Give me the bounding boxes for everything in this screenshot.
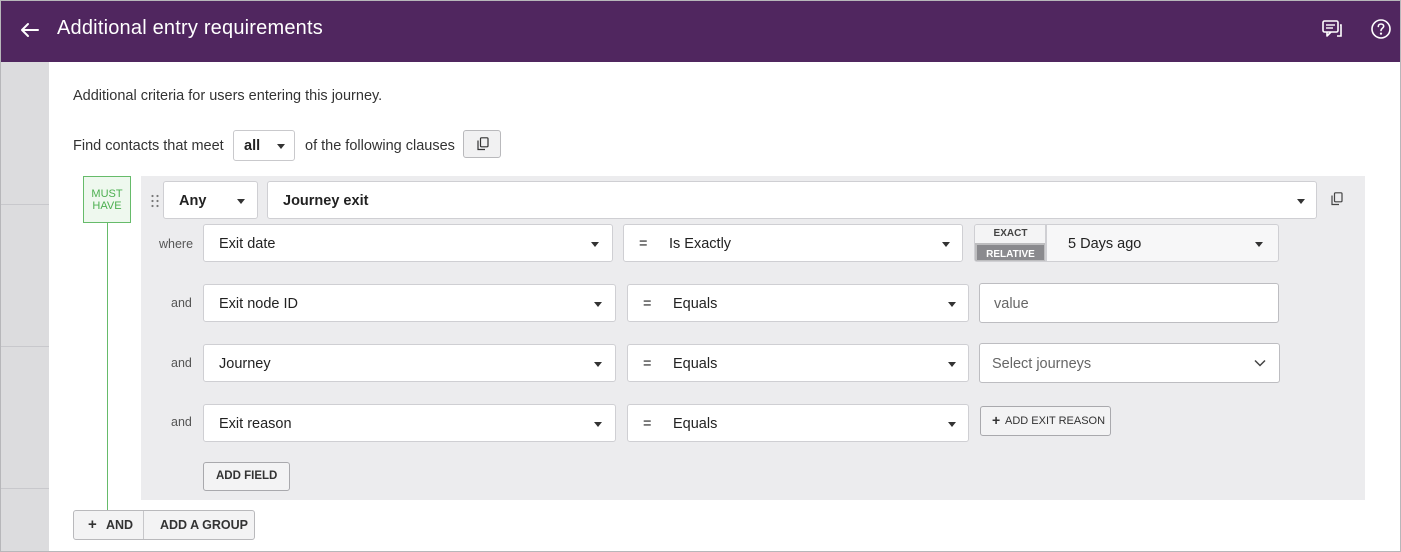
relative-date-select[interactable]: 5 Days ago bbox=[1046, 224, 1279, 262]
panel-description: Additional criteria for users entering t… bbox=[73, 88, 383, 104]
add-and-button[interactable]: + AND bbox=[74, 511, 144, 539]
copy-icon bbox=[477, 137, 489, 151]
caret-down-icon bbox=[942, 242, 950, 247]
quantifier-value: Any bbox=[179, 193, 207, 209]
must-have-badge: MUST HAVE bbox=[83, 176, 131, 223]
operator-select[interactable]: = Equals bbox=[627, 404, 969, 442]
chevron-down-icon bbox=[1254, 359, 1266, 367]
match-type-value: all bbox=[244, 138, 261, 154]
caret-down-icon bbox=[948, 302, 956, 307]
left-background-strip bbox=[1, 62, 49, 551]
event-value: Journey exit bbox=[283, 193, 369, 209]
condition-connector: and bbox=[171, 356, 192, 370]
journeys-multiselect[interactable]: Select journeys bbox=[979, 343, 1280, 383]
plus-icon: + bbox=[992, 412, 1001, 428]
caret-down-icon bbox=[591, 242, 599, 247]
event-select[interactable]: Journey exit bbox=[267, 181, 1317, 219]
drag-handle-icon[interactable] bbox=[150, 194, 160, 208]
copy-group-icon[interactable] bbox=[1331, 192, 1343, 206]
copy-clauses-button[interactable] bbox=[463, 130, 501, 158]
field-select-exit-date[interactable]: Exit date bbox=[203, 224, 613, 262]
caret-down-icon bbox=[1255, 242, 1263, 247]
caret-down-icon bbox=[948, 362, 956, 367]
caret-down-icon bbox=[237, 199, 245, 204]
caret-down-icon bbox=[594, 302, 602, 307]
match-type-select[interactable]: all bbox=[233, 130, 295, 161]
condition-group: Any Journey exit where Exit date = Is Ex… bbox=[141, 176, 1365, 500]
operator-select[interactable]: = Is Exactly bbox=[623, 224, 963, 262]
back-arrow-icon[interactable] bbox=[17, 17, 43, 43]
caret-down-icon bbox=[277, 144, 285, 149]
caret-down-icon bbox=[1297, 199, 1305, 204]
condition-connector: and bbox=[171, 415, 192, 429]
plus-icon: + bbox=[88, 516, 97, 533]
field-select-journey[interactable]: Journey bbox=[203, 344, 616, 382]
header-bar: Additional entry requirements bbox=[1, 1, 1400, 62]
date-mode-toggle: EXACT RELATIVE bbox=[974, 224, 1046, 262]
quantifier-select[interactable]: Any bbox=[163, 181, 258, 219]
find-suffix-label: of the following clauses bbox=[305, 138, 455, 154]
date-mode-exact[interactable]: EXACT bbox=[975, 225, 1045, 243]
value-input[interactable]: value bbox=[979, 283, 1279, 323]
field-select-exit-reason[interactable]: Exit reason bbox=[203, 404, 616, 442]
operator-select[interactable]: = Equals bbox=[627, 284, 969, 322]
chat-feedback-icon[interactable] bbox=[1321, 18, 1343, 40]
condition-connector: and bbox=[171, 296, 192, 310]
caret-down-icon bbox=[594, 422, 602, 427]
find-prefix-label: Find contacts that meet bbox=[73, 138, 224, 154]
operator-select[interactable]: = Equals bbox=[627, 344, 969, 382]
add-group-button[interactable]: ADD A GROUP bbox=[145, 511, 255, 539]
condition-connector: where bbox=[159, 237, 194, 251]
add-exit-reason-button[interactable]: + ADD EXIT REASON bbox=[980, 406, 1111, 436]
app-window: Additional entry requirements Additional… bbox=[0, 0, 1401, 552]
help-icon[interactable] bbox=[1370, 18, 1392, 40]
page-title: Additional entry requirements bbox=[57, 17, 323, 39]
add-field-button[interactable]: ADD FIELD bbox=[203, 462, 290, 491]
requirements-panel: Additional criteria for users entering t… bbox=[49, 62, 1400, 551]
caret-down-icon bbox=[948, 422, 956, 427]
caret-down-icon bbox=[594, 362, 602, 367]
group-connector-line bbox=[107, 223, 108, 512]
field-select-exit-node-id[interactable]: Exit node ID bbox=[203, 284, 616, 322]
date-mode-relative[interactable]: RELATIVE bbox=[975, 243, 1045, 261]
group-actions-bar: + AND ADD A GROUP bbox=[73, 510, 255, 540]
